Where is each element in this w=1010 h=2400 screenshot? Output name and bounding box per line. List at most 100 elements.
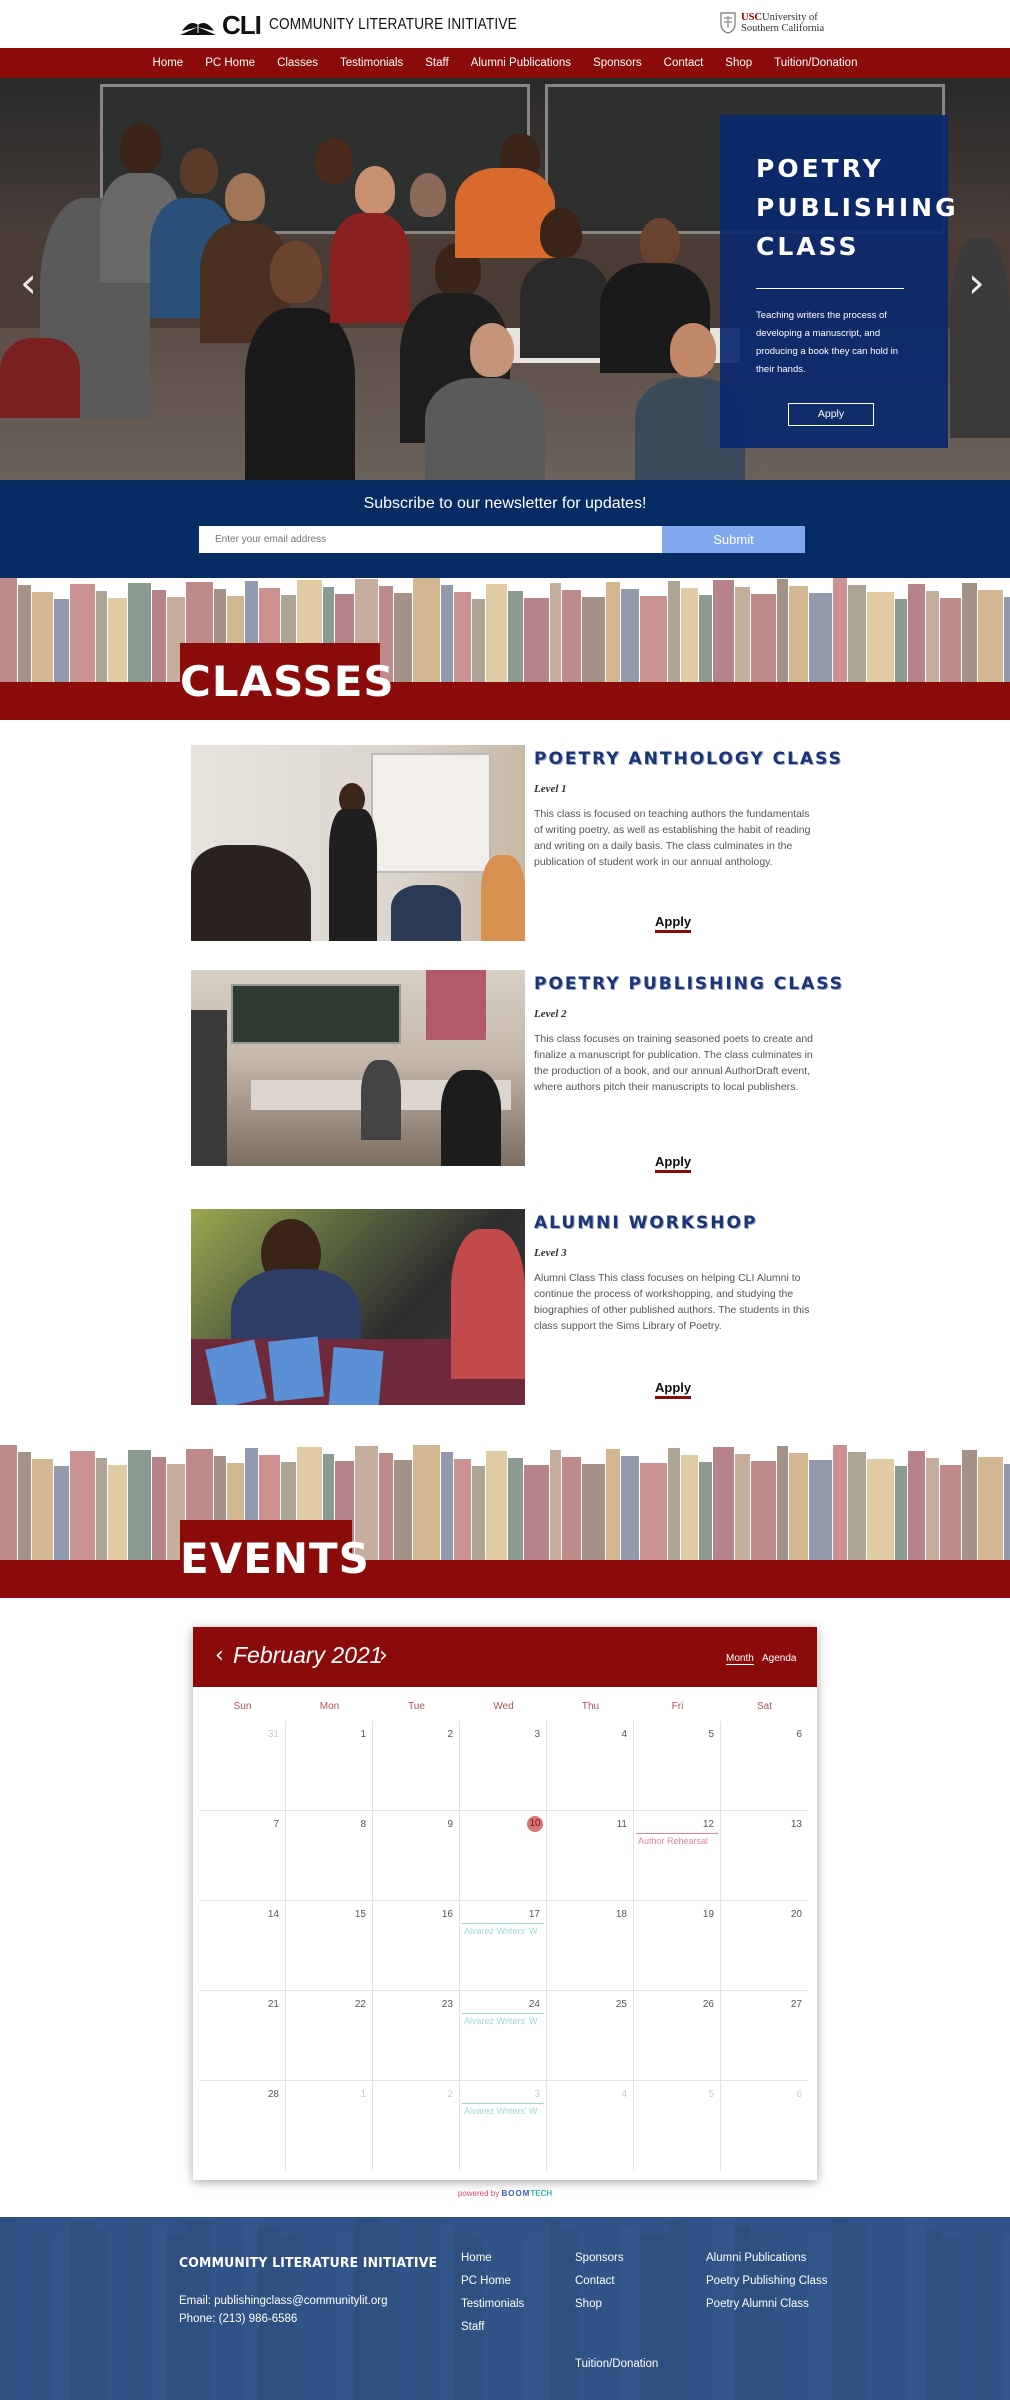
day-number: 31 <box>267 1729 279 1740</box>
calendar-day[interactable]: 25 <box>547 1991 634 2081</box>
nav-staff[interactable]: Staff <box>414 57 459 69</box>
nav-contact[interactable]: Contact <box>653 57 715 69</box>
day-number: 21 <box>267 1999 279 2010</box>
footer-link-sponsors[interactable]: Sponsors <box>575 2252 624 2264</box>
day-number: 11 <box>616 1819 627 1830</box>
nav-home[interactable]: Home <box>142 57 195 69</box>
calendar-day[interactable]: 5 <box>634 2081 721 2171</box>
footer-link-alumni-publications[interactable]: Alumni Publications <box>706 2252 806 2264</box>
calendar-day[interactable]: 11 <box>547 1811 634 1901</box>
calendar-month: February 2021 <box>233 1642 383 1668</box>
day-number: 22 <box>354 1999 366 2010</box>
calendar-day[interactable]: 6 <box>721 1721 808 1811</box>
calendar-day[interactable]: 9 <box>373 1811 460 1901</box>
calendar-day[interactable]: 12 Author Rehearsal <box>634 1811 721 1901</box>
calendar-day[interactable]: 5 <box>634 1721 721 1811</box>
calendar-day[interactable]: 1 <box>286 1721 373 1811</box>
calendar-event[interactable]: Alvarez Writers' W <box>462 1923 544 1938</box>
day-number: 12 <box>702 1819 714 1830</box>
nav-alumni-publications[interactable]: Alumni Publications <box>460 57 582 69</box>
calendar-day[interactable]: 4 <box>547 1721 634 1811</box>
calendar-day[interactable]: 31 <box>199 1721 286 1811</box>
calendar-day[interactable]: 26 <box>634 1991 721 2081</box>
calendar-day[interactable]: 10 <box>460 1811 547 1901</box>
apply-link[interactable]: Apply <box>655 914 692 933</box>
calendar-day[interactable]: 7 <box>199 1811 286 1901</box>
footer-link-poetry-publishing-class[interactable]: Poetry Publishing Class <box>706 2275 827 2287</box>
calendar-day[interactable]: 3 <box>460 1721 547 1811</box>
calendar-event[interactable]: Alvarez Writers' W <box>462 2103 544 2118</box>
powered-brand-a[interactable]: BOOM <box>501 2189 530 2198</box>
calendar-day[interactable]: 3 Alvarez Writers' W <box>460 2081 547 2171</box>
usc-brand: USC <box>741 12 763 23</box>
calendar-day[interactable]: 27 <box>721 1991 808 2081</box>
hero-prev-arrow[interactable]: ‹ <box>20 258 37 307</box>
calendar-day[interactable]: 13 <box>721 1811 808 1901</box>
calendar-day[interactable]: 20 <box>721 1901 808 1991</box>
nav-shop[interactable]: Shop <box>714 57 763 69</box>
calendar-event[interactable]: Alvarez Writers' W <box>462 2013 544 2028</box>
class-level: Level 1 <box>534 783 567 795</box>
calendar-day[interactable]: 16 <box>373 1901 460 1991</box>
calendar-event[interactable]: Author Rehearsal <box>636 1833 718 1848</box>
newsletter-title: Subscribe to our newsletter for updates! <box>363 495 647 512</box>
view-agenda-tab[interactable]: Agenda <box>762 1653 796 1664</box>
calendar-day[interactable]: 15 <box>286 1901 373 1991</box>
apply-link[interactable]: Apply <box>655 1380 692 1399</box>
usc-shield-icon <box>720 12 736 34</box>
calendar-day[interactable]: 2 <box>373 2081 460 2171</box>
apply-link[interactable]: Apply <box>655 1154 692 1173</box>
day-number: 16 <box>441 1909 453 1920</box>
hero-next-arrow[interactable]: › <box>968 258 985 307</box>
hero-title-line: CLASS <box>756 232 860 261</box>
nav-tuition-donation[interactable]: Tuition/Donation <box>763 57 868 69</box>
footer-link-home[interactable]: Home <box>461 2252 492 2264</box>
class-level: Level 3 <box>534 1247 567 1259</box>
day-number: 2 <box>447 1729 453 1740</box>
class-photo-anthology <box>191 745 525 941</box>
calendar-day[interactable]: 1 <box>286 2081 373 2171</box>
calendar-day[interactable]: 21 <box>199 1991 286 2081</box>
footer-email[interactable]: Email: publishingclass@communitylit.org <box>179 2295 388 2307</box>
footer-link-shop[interactable]: Shop <box>575 2298 602 2310</box>
footer-link-staff[interactable]: Staff <box>461 2321 484 2333</box>
hero-apply-button[interactable]: Apply <box>788 403 874 426</box>
footer-link-testimonials[interactable]: Testimonials <box>461 2298 524 2310</box>
submit-button[interactable]: Submit <box>662 526 805 553</box>
nav-sponsors[interactable]: Sponsors <box>582 57 653 69</box>
footer-org-name: COMMUNITY LITERATURE INITIATIVE <box>179 2255 438 2271</box>
calendar-day[interactable]: 22 <box>286 1991 373 2081</box>
day-number: 18 <box>615 1909 627 1920</box>
footer-link-poetry-alumni-class[interactable]: Poetry Alumni Class <box>706 2298 809 2310</box>
calendar-day[interactable]: 24 Alvarez Writers' W <box>460 1991 547 2081</box>
calendar-day[interactable]: 17 Alvarez Writers' W <box>460 1901 547 1991</box>
nav-classes[interactable]: Classes <box>266 57 329 69</box>
footer-link-pc-home[interactable]: PC Home <box>461 2275 511 2287</box>
events-calendar: ‹ February 2021 › Month Agenda Sun Mon Tue… <box>193 1627 817 2180</box>
email-input[interactable] <box>199 526 662 553</box>
nav-testimonials[interactable]: Testimonials <box>329 57 414 69</box>
day-number: 20 <box>790 1909 802 1920</box>
calendar-day[interactable]: 8 <box>286 1811 373 1901</box>
usc-line2: Southern California <box>741 23 825 34</box>
calendar-prev-icon[interactable]: ‹ <box>215 1643 224 1668</box>
calendar-day[interactable]: 4 <box>547 2081 634 2171</box>
calendar-next-icon[interactable]: › <box>379 1643 388 1668</box>
usc-logo[interactable]: USCUniversity of Southern California <box>720 12 824 34</box>
calendar-day[interactable]: 6 <box>721 2081 808 2171</box>
day-number: 23 <box>441 1999 453 2010</box>
footer-link-contact[interactable]: Contact <box>575 2275 615 2287</box>
site-logo[interactable]: CLI COMMUNITY LITERATURE INITIATIVE <box>178 10 560 40</box>
calendar-day[interactable]: 19 <box>634 1901 721 1991</box>
view-month-tab[interactable]: Month <box>726 1653 754 1665</box>
calendar-day[interactable]: 28 <box>199 2081 286 2171</box>
nav-pc-home[interactable]: PC Home <box>194 57 266 69</box>
calendar-day[interactable]: 14 <box>199 1901 286 1991</box>
powered-brand-b[interactable]: TECH <box>530 2189 552 2198</box>
calendar-day[interactable]: 18 <box>547 1901 634 1991</box>
footer-link-tuition-donation[interactable]: Tuition/Donation <box>575 2358 658 2370</box>
logo-name: COMMUNITY LITERATURE INITIATIVE <box>268 16 517 33</box>
calendar-day[interactable]: 2 <box>373 1721 460 1811</box>
calendar-day[interactable]: 23 <box>373 1991 460 2081</box>
site-header: CLI COMMUNITY LITERATURE INITIATIVE USCU… <box>0 0 1010 48</box>
